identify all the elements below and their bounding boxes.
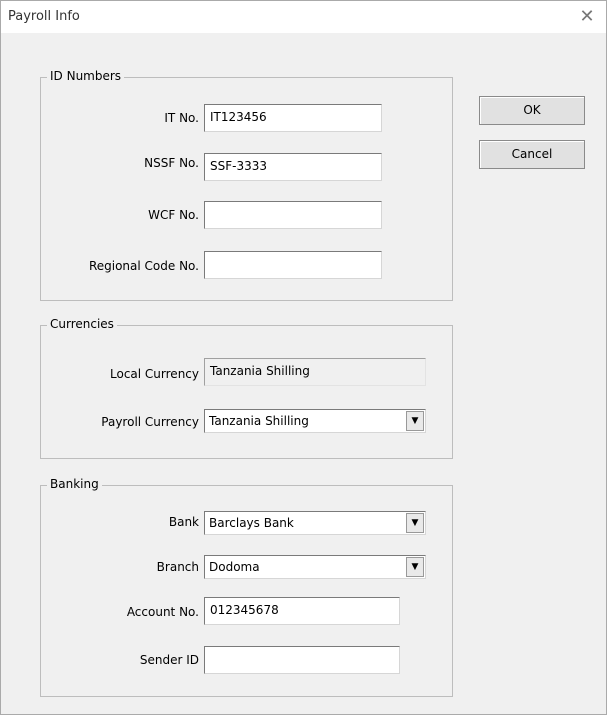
currencies-legend: Currencies — [47, 317, 117, 331]
account-no-input[interactable]: 012345678 — [204, 597, 400, 625]
payroll-currency-select[interactable]: Tanzania Shilling ▼ — [204, 409, 426, 433]
sender-id-label: Sender ID — [139, 653, 199, 667]
account-no-label: Account No. — [126, 605, 199, 619]
regional-code-input[interactable] — [204, 251, 382, 279]
chevron-down-icon[interactable]: ▼ — [406, 557, 424, 577]
banking-legend: Banking — [47, 477, 102, 491]
ok-button[interactable]: OK — [479, 96, 585, 125]
bank-label: Bank — [168, 515, 199, 529]
regional-code-label: Regional Code No. — [88, 259, 199, 273]
nssf-no-label: NSSF No. — [144, 156, 199, 170]
currencies-group: Currencies — [40, 317, 453, 459]
branch-select[interactable]: Dodoma ▼ — [204, 555, 426, 579]
bank-select[interactable]: Barclays Bank ▼ — [204, 511, 426, 535]
sender-id-input[interactable] — [204, 646, 400, 674]
wcf-no-input[interactable] — [204, 201, 382, 229]
close-icon[interactable]: ✕ — [574, 5, 600, 29]
bank-value: Barclays Bank — [209, 516, 294, 530]
chevron-down-icon[interactable]: ▼ — [406, 411, 424, 431]
wcf-no-label: WCF No. — [148, 208, 199, 222]
payroll-currency-label: Payroll Currency — [101, 415, 199, 429]
nssf-no-input[interactable]: SSF-3333 — [204, 153, 382, 181]
local-currency-field: Tanzania Shilling — [204, 358, 426, 386]
local-currency-label: Local Currency — [110, 367, 199, 381]
payroll-info-dialog: Payroll Info ✕ ID Numbers IT No. IT12345… — [0, 0, 607, 715]
it-no-input[interactable]: IT123456 — [204, 104, 382, 132]
it-no-label: IT No. — [164, 111, 199, 125]
cancel-button[interactable]: Cancel — [479, 140, 585, 169]
branch-value: Dodoma — [209, 560, 260, 574]
id-numbers-legend: ID Numbers — [47, 69, 125, 83]
payroll-currency-value: Tanzania Shilling — [209, 414, 309, 428]
branch-label: Branch — [156, 560, 199, 574]
dialog-title: Payroll Info — [8, 9, 80, 24]
chevron-down-icon[interactable]: ▼ — [406, 513, 424, 533]
title-bar: Payroll Info ✕ — [1, 1, 606, 33]
